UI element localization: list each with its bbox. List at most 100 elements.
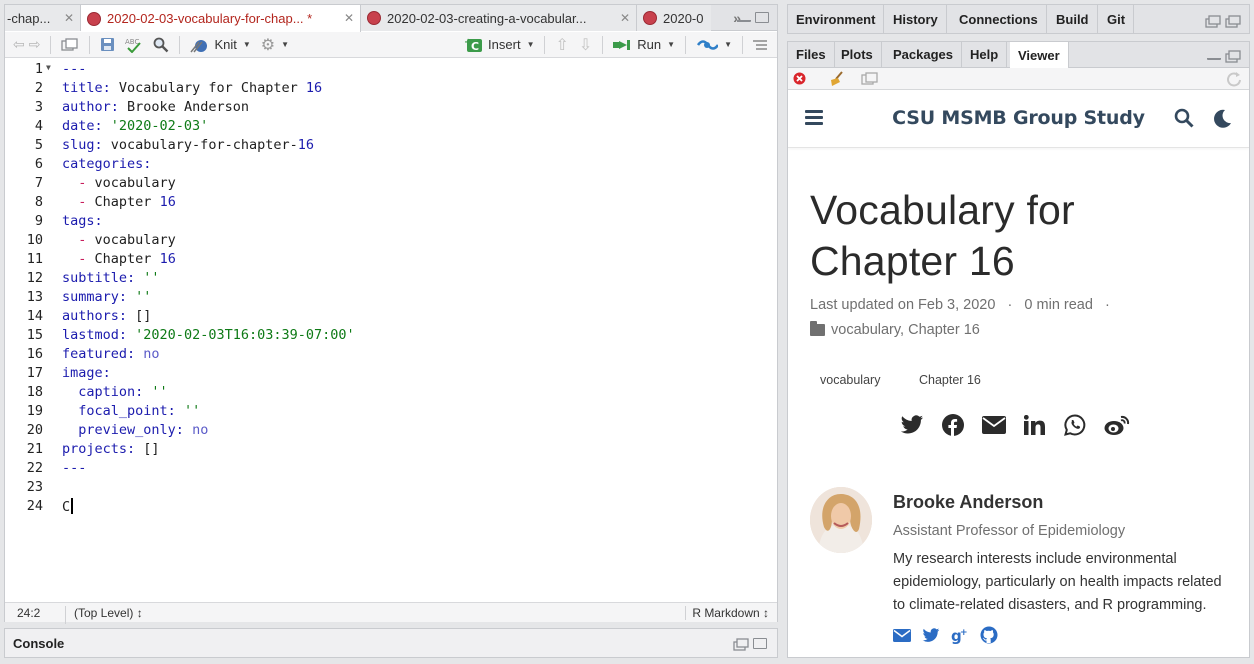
tag-chip[interactable]: Chapter 16 bbox=[919, 373, 981, 387]
share-buttons bbox=[900, 414, 1130, 436]
show-in-window-icon[interactable] bbox=[61, 35, 79, 55]
tab-git[interactable]: Git bbox=[1099, 5, 1135, 33]
restore-icon[interactable] bbox=[1225, 15, 1241, 28]
code-line: 24 C bbox=[5, 498, 775, 517]
yaml-boolean: no bbox=[192, 422, 209, 438]
restore-icon[interactable] bbox=[1205, 15, 1221, 28]
tab-file-3[interactable]: 2020-02-03-creating-a-vocabular... ✕ bbox=[361, 5, 637, 31]
restore-icon[interactable] bbox=[733, 638, 749, 651]
tab-plots[interactable]: Plots bbox=[833, 42, 882, 67]
tab-file-active[interactable]: 2020-02-03-vocabulary-for-chap... * ✕ bbox=[81, 5, 361, 32]
post-meta: Last updated on Feb 3, 2020 · 0 min read… bbox=[810, 297, 1110, 313]
spellcheck-icon[interactable]: ABC bbox=[125, 35, 143, 55]
publish-button[interactable]: ▼ bbox=[696, 35, 732, 55]
pane-window-controls bbox=[1205, 15, 1241, 28]
moon-icon[interactable] bbox=[1212, 108, 1232, 128]
yaml-value: Brooke Anderson bbox=[127, 99, 249, 115]
next-section-icon[interactable]: ⇩ bbox=[579, 35, 592, 55]
author-social-links: g + bbox=[893, 626, 998, 644]
insert-chunk-button[interactable]: C + Insert ▼ bbox=[464, 35, 534, 55]
yaml-number: 16 bbox=[159, 251, 176, 267]
tab-file-4[interactable]: 2020-0 bbox=[637, 5, 711, 31]
facebook-icon[interactable] bbox=[942, 414, 964, 436]
yaml-key: image: bbox=[62, 365, 111, 381]
search-icon[interactable] bbox=[153, 35, 169, 55]
whatsapp-icon[interactable] bbox=[1064, 414, 1086, 436]
viewer-toolbar bbox=[788, 68, 1249, 90]
rmarkdown-file-icon bbox=[643, 11, 657, 25]
code-line: 3 author: Brooke Anderson bbox=[5, 99, 775, 118]
previous-section-icon[interactable]: ⇧ bbox=[555, 35, 568, 55]
tab-packages[interactable]: Packages bbox=[885, 42, 962, 67]
twitter-icon[interactable] bbox=[900, 415, 924, 435]
tab-build[interactable]: Build bbox=[1048, 5, 1098, 33]
chevron-down-icon: ▼ bbox=[667, 40, 676, 49]
settings-gear-button[interactable]: ⚙ ▼ bbox=[261, 35, 289, 55]
code-line: 22 --- bbox=[5, 460, 775, 479]
tab-label: 2020-02-03-vocabulary-for-chap... * bbox=[107, 11, 313, 26]
yaml-list-dash: - bbox=[62, 194, 87, 210]
line-number: 12 bbox=[26, 270, 43, 286]
tab-connections[interactable]: Connections bbox=[951, 5, 1047, 33]
tab-history[interactable]: History bbox=[885, 5, 947, 33]
email-icon[interactable] bbox=[982, 416, 1006, 434]
close-icon[interactable]: ✕ bbox=[344, 11, 354, 25]
code-line: 13 summary: '' bbox=[5, 289, 775, 308]
viewer-tab-bar: Files Plots Packages Help Viewer bbox=[788, 42, 1249, 68]
line-number: 17 bbox=[26, 365, 43, 381]
tab-file-1[interactable]: -chap... ✕ bbox=[5, 5, 81, 31]
minimize-icon[interactable] bbox=[737, 12, 751, 22]
linkedin-icon[interactable] bbox=[1024, 415, 1046, 435]
line-number: 3 bbox=[34, 99, 43, 115]
author-bio: My research interests include environmen… bbox=[893, 551, 1222, 613]
google-scholar-icon[interactable]: g+ bbox=[951, 627, 969, 644]
divider bbox=[685, 35, 687, 54]
tab-help[interactable]: Help bbox=[962, 42, 1008, 67]
categories-text[interactable]: vocabulary, Chapter 16 bbox=[831, 322, 980, 338]
file-type-selector[interactable]: R Markdown ↕ bbox=[685, 606, 769, 620]
viewer-pane: Files Plots Packages Help Viewer CSU MSM… bbox=[787, 41, 1250, 658]
forward-icon[interactable]: ⇨ bbox=[29, 35, 41, 55]
scope-selector[interactable]: (Top Level) ↕ bbox=[65, 606, 143, 624]
author-name[interactable]: Brooke Anderson bbox=[893, 492, 1043, 513]
tab-viewer[interactable]: Viewer bbox=[1010, 42, 1069, 68]
tab-files[interactable]: Files bbox=[788, 42, 835, 67]
restore-icon[interactable] bbox=[1225, 50, 1241, 63]
maximize-icon[interactable] bbox=[753, 638, 767, 649]
yaml-delimiter: --- bbox=[62, 460, 87, 476]
close-icon[interactable]: ✕ bbox=[620, 11, 630, 25]
line-number: 8 bbox=[34, 194, 43, 210]
close-icon[interactable]: ✕ bbox=[64, 11, 74, 25]
search-icon[interactable] bbox=[1174, 108, 1194, 128]
tab-label: 2020-02-03-creating-a-vocabular... bbox=[387, 10, 587, 26]
console-pane-header[interactable]: Console bbox=[4, 628, 778, 658]
code-line: 5 slug: vocabulary-for-chapter-16 bbox=[5, 137, 775, 156]
refresh-icon[interactable] bbox=[1226, 71, 1242, 87]
github-icon[interactable] bbox=[980, 626, 998, 644]
tab-label: -chap... bbox=[7, 10, 51, 26]
stop-icon[interactable] bbox=[793, 72, 806, 85]
clear-broom-icon[interactable] bbox=[828, 71, 846, 87]
save-icon[interactable] bbox=[100, 35, 115, 55]
fold-toggle-icon[interactable]: ▼ bbox=[46, 63, 51, 72]
code-text: C bbox=[62, 499, 71, 515]
yaml-value: Vocabulary for Chapter bbox=[118, 80, 306, 96]
code-line: 12 subtitle: '' bbox=[5, 270, 775, 289]
code-line: 7 - vocabulary bbox=[5, 175, 775, 194]
email-icon[interactable] bbox=[893, 628, 911, 642]
minimize-icon[interactable] bbox=[1207, 50, 1221, 60]
maximize-icon[interactable] bbox=[755, 12, 769, 23]
tab-environment[interactable]: Environment bbox=[788, 5, 885, 33]
knit-button[interactable]: Knit ▼ bbox=[190, 35, 251, 55]
code-editor[interactable]: 1 ▼ --- 2 title: Vocabulary for Chapter 16 … bbox=[5, 59, 777, 603]
weibo-icon[interactable] bbox=[1104, 414, 1130, 436]
twitter-icon[interactable] bbox=[922, 627, 940, 643]
tag-chip[interactable]: vocabulary bbox=[820, 373, 880, 387]
run-button[interactable]: Run ▼ bbox=[613, 35, 675, 55]
show-in-window-icon[interactable] bbox=[861, 72, 879, 86]
document-outline-icon[interactable] bbox=[753, 35, 767, 55]
line-number: 11 bbox=[26, 251, 43, 267]
back-icon[interactable]: ⇦ bbox=[13, 35, 25, 55]
line-number: 5 bbox=[34, 137, 43, 153]
yaml-key: caption: bbox=[62, 384, 144, 400]
